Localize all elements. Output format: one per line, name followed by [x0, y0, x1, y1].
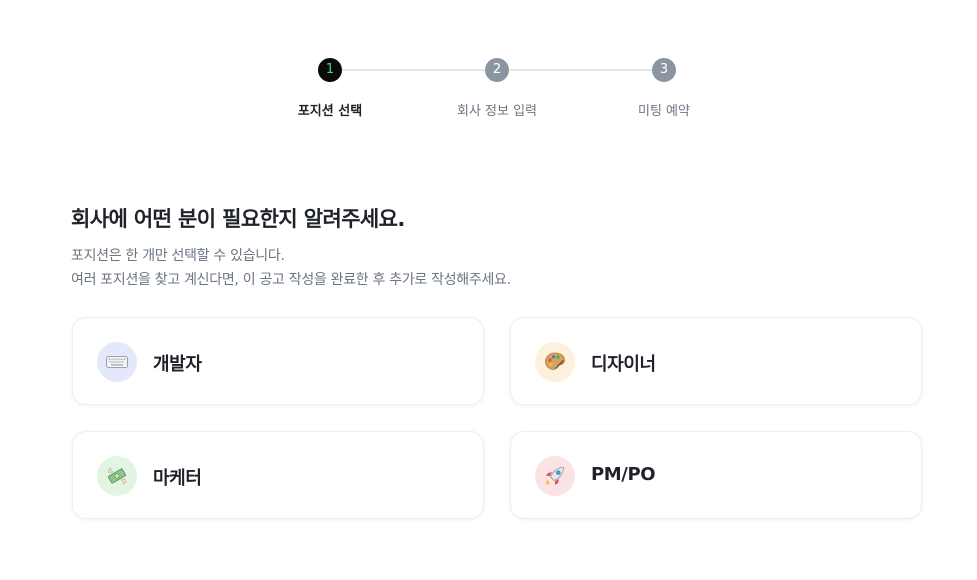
position-card-marketer[interactable]: 마케터: [72, 431, 484, 519]
position-card-designer[interactable]: 디자이너: [510, 317, 922, 405]
palette-icon: [535, 342, 575, 382]
stepper: 1 2 3 포지션 선택 회사 정보 입력 미팅 예약: [0, 0, 977, 130]
position-label-developer: 개발자: [153, 354, 202, 375]
rocket-icon: [535, 456, 575, 496]
step-1-label: 포지션 선택: [297, 104, 363, 119]
step-2-label: 회사 정보 입력: [456, 104, 538, 119]
position-card-pm-po[interactable]: PM/PO: [510, 431, 922, 519]
description-line-2: 여러 포지션을 찾고 계신다면, 이 공고 작성을 완료한 후 추가로 작성해주…: [71, 272, 511, 288]
position-label-marketer: 마케터: [153, 468, 202, 489]
page: 1 2 3 포지션 선택 회사 정보 입력 미팅 예약 회사에 어떤 분이 필요…: [0, 0, 977, 580]
step-2-indicator: 2: [485, 58, 509, 82]
position-label-pm-po: PM/PO: [591, 464, 656, 485]
step-3-label: 미팅 예약: [638, 104, 690, 119]
step-connector-1: [342, 69, 485, 71]
position-label-designer: 디자이너: [591, 354, 656, 375]
position-card-developer[interactable]: 개발자: [72, 317, 484, 405]
money-with-wings-icon: [97, 456, 137, 496]
step-3-indicator: 3: [652, 58, 676, 82]
description-line-1: 포지션은 한 개만 선택할 수 있습니다.: [71, 248, 285, 264]
keyboard-icon: [97, 342, 137, 382]
step-1-indicator: 1: [318, 58, 342, 82]
page-title: 회사에 어떤 분이 필요한지 알려주세요.: [71, 207, 405, 231]
step-connector-2: [509, 69, 652, 71]
